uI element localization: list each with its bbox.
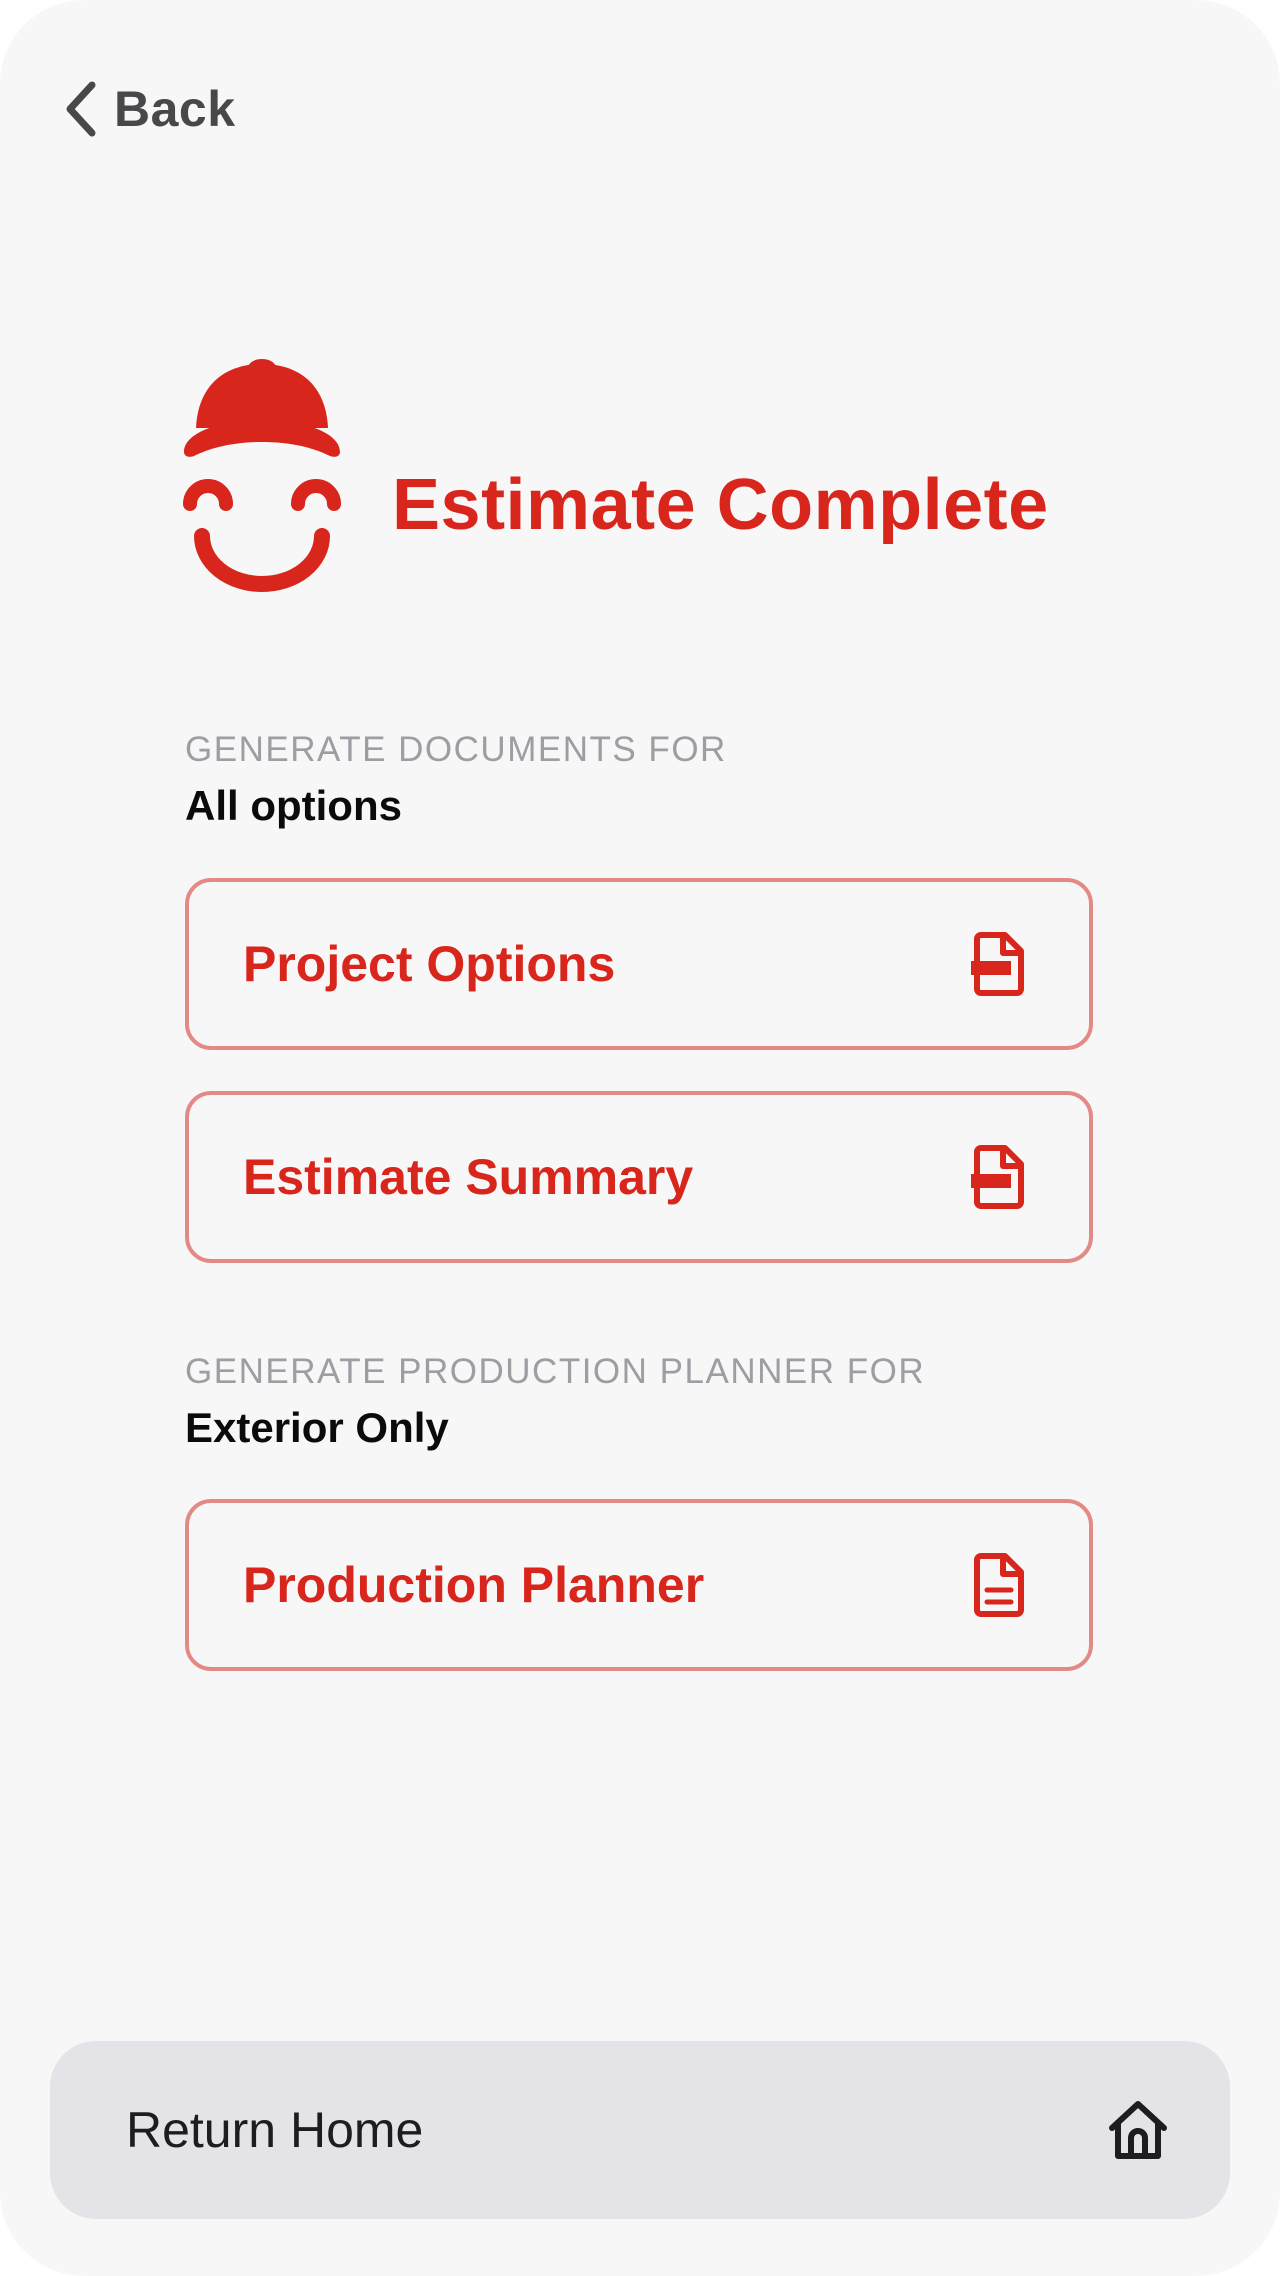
home-icon: [1109, 2101, 1167, 2159]
planner-section-label: GENERATE PRODUCTION PLANNER FOR: [185, 1352, 926, 1391]
text-file-icon: [974, 1553, 1024, 1617]
estimate-summary-label: Estimate Summary: [243, 1149, 694, 1205]
documents-section-value: All options: [185, 782, 402, 829]
page-title: Estimate Complete: [392, 465, 1049, 545]
estimate-complete-screen: Back Estimate Complete GENERATE DOCUMENT…: [0, 0, 1280, 2276]
estimate-summary-button[interactable]: Estimate Summary: [185, 1091, 1093, 1263]
back-label: Back: [114, 81, 236, 137]
pdf-file-icon: [971, 1145, 1024, 1209]
brand-header: Estimate Complete: [182, 356, 1102, 592]
smiling-painter-cap-icon: [183, 359, 341, 592]
pdf-file-icon: [971, 932, 1024, 996]
documents-section-label: GENERATE DOCUMENTS FOR: [185, 730, 727, 769]
project-options-button[interactable]: Project Options: [185, 878, 1093, 1050]
return-home-button[interactable]: Return Home: [50, 2041, 1230, 2219]
chevron-left-icon: [66, 81, 96, 137]
production-planner-label: Production Planner: [243, 1557, 705, 1613]
return-home-label: Return Home: [126, 2102, 424, 2158]
back-button[interactable]: Back: [62, 76, 236, 142]
production-planner-button[interactable]: Production Planner: [185, 1499, 1093, 1671]
project-options-label: Project Options: [243, 936, 616, 992]
planner-section-value: Exterior Only: [185, 1404, 449, 1451]
